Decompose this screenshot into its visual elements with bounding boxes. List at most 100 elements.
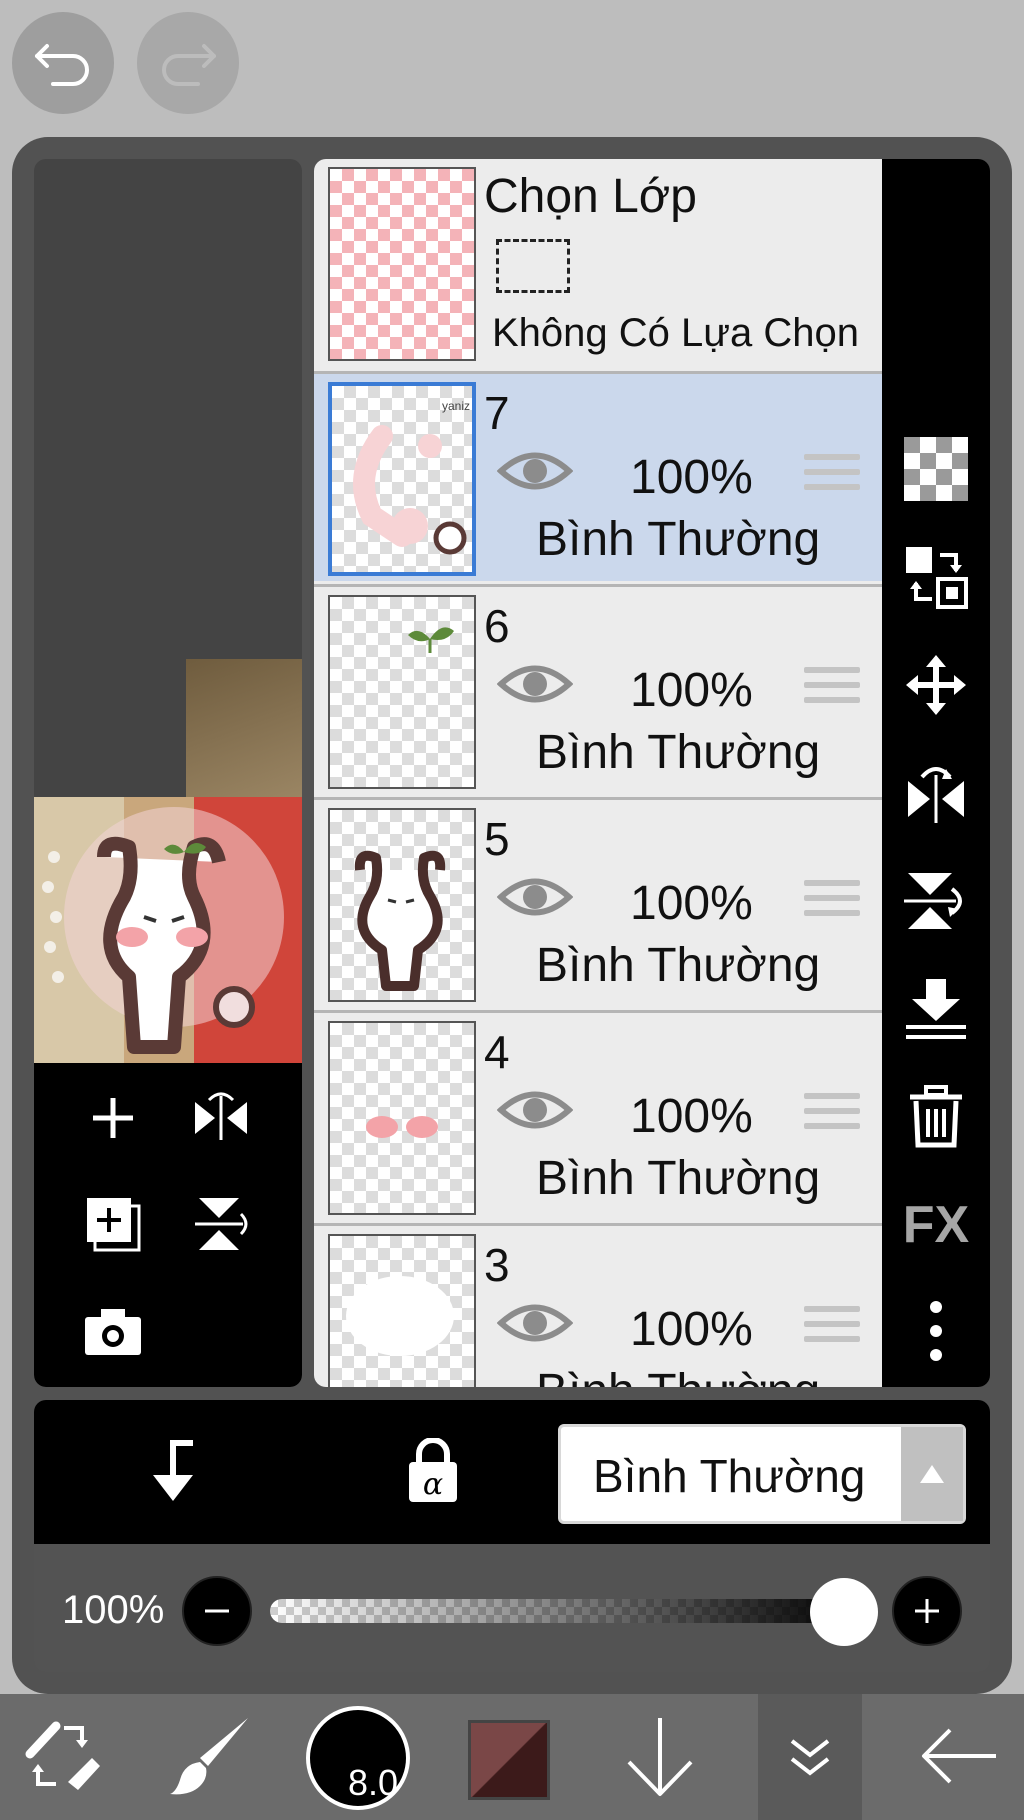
layer-thumbnail <box>328 808 476 1002</box>
layer-number: 6 <box>484 600 510 652</box>
swap-layer-button[interactable] <box>898 539 974 615</box>
tool-switch-button[interactable] <box>12 1706 112 1806</box>
checkerboard-icon <box>904 437 968 501</box>
drag-handle-icon[interactable] <box>804 1306 860 1351</box>
flip-horizontal-icon <box>908 767 964 823</box>
selection-thumbnail <box>328 167 476 361</box>
clipping-arrow-icon <box>153 1440 193 1501</box>
layer-blend-mode: Bình Thường <box>536 1364 820 1387</box>
opacity-control: 100% <box>34 1544 990 1672</box>
selection-status: Không Có Lựa Chọn <box>492 311 860 355</box>
blend-mode-bar: α Bình Thường <box>34 1400 990 1544</box>
redo-button[interactable] <box>137 12 239 114</box>
layer-opacity: 100% <box>630 877 753 930</box>
flip-vertical-layer-button[interactable] <box>898 863 974 939</box>
delete-layer-button[interactable] <box>898 1079 974 1155</box>
brush-size-value: 8.0 <box>348 1762 399 1803</box>
minus-icon <box>205 1609 229 1613</box>
opacity-slider-track[interactable] <box>270 1599 856 1623</box>
layer-number: 3 <box>484 1239 510 1291</box>
copy-layer-button[interactable] <box>78 1189 148 1259</box>
undo-icon <box>35 44 89 86</box>
flip-vertical-icon <box>195 1198 248 1250</box>
drag-handle-icon[interactable] <box>804 454 860 499</box>
eye-icon[interactable] <box>496 659 574 714</box>
arrow-down-icon <box>627 1718 693 1796</box>
layer-thumbnail <box>328 1021 476 1215</box>
layer-list: Chọn Lớp Không Có Lựa Chọn yaniz 7 100% … <box>314 159 882 1387</box>
plus-icon <box>93 1098 133 1138</box>
collapse-button[interactable] <box>758 1694 862 1820</box>
selection-layer-row[interactable]: Chọn Lớp Không Có Lựa Chọn <box>314 159 882 373</box>
layer-blend-mode: Bình Thường <box>536 1152 821 1205</box>
more-options-button[interactable] <box>898 1293 974 1369</box>
bottom-toolbar: 8.0 <box>0 1694 1024 1820</box>
preview-toolbar <box>34 1063 302 1387</box>
back-button[interactable] <box>910 1706 1010 1806</box>
fx-button[interactable]: FX <box>898 1187 974 1263</box>
more-vertical-icon <box>930 1301 942 1361</box>
layer-blend-mode: Bình Thường <box>536 513 821 566</box>
brush-button[interactable] <box>160 1706 260 1806</box>
drag-handle-icon[interactable] <box>804 880 860 925</box>
swap-icon <box>906 547 968 609</box>
opacity-increase-button[interactable] <box>892 1576 962 1646</box>
color-picker-button[interactable] <box>468 1720 550 1800</box>
flip-vertical-button[interactable] <box>186 1189 256 1259</box>
eye-icon[interactable] <box>496 446 574 501</box>
layer-row-5[interactable]: 5 100% Bình Thường <box>314 797 882 1007</box>
layer-blend-mode: Bình Thường <box>536 726 821 779</box>
trash-icon <box>910 1085 962 1148</box>
svg-text:α: α <box>423 1467 443 1502</box>
brush-size-button[interactable]: 8.0 <box>306 1706 410 1810</box>
flip-horizontal-icon <box>195 1092 247 1140</box>
opacity-value: 100% <box>62 1588 165 1632</box>
layer-tools-sidebar: FX <box>882 159 990 1387</box>
layer-blend-mode: Bình Thường <box>536 939 821 992</box>
layer-opacity: 100% <box>630 451 753 504</box>
chevron-double-down-icon <box>790 1739 830 1776</box>
flip-horizontal-button[interactable] <box>186 1083 256 1153</box>
add-layer-button[interactable] <box>78 1083 148 1153</box>
opacity-decrease-button[interactable] <box>182 1576 252 1646</box>
layer-number: 5 <box>484 813 510 865</box>
eye-icon[interactable] <box>496 1298 574 1353</box>
camera-button[interactable] <box>78 1297 148 1367</box>
blend-mode-value: Bình Thường <box>593 1450 866 1502</box>
layer-thumbnail <box>328 1234 476 1387</box>
layer-row-3[interactable]: 3 100% Bình Thường <box>314 1223 882 1387</box>
redo-icon <box>162 44 216 86</box>
move-down-button[interactable] <box>610 1706 710 1806</box>
alpha-lock-icon: α <box>409 1438 457 1502</box>
layer-row-6[interactable]: 6 100% Bình Thường <box>314 584 882 794</box>
layer-opacity: 100% <box>630 1303 753 1356</box>
blend-mode-select[interactable]: Bình Thường <box>558 1424 966 1524</box>
camera-icon <box>85 1309 141 1355</box>
canvas-preview[interactable] <box>34 159 302 1387</box>
brush-icon <box>170 1718 248 1795</box>
opacity-slider-knob[interactable] <box>810 1578 878 1646</box>
flip-horizontal-layer-button[interactable] <box>898 755 974 831</box>
alpha-lock-button[interactable]: α <box>398 1436 468 1506</box>
move-button[interactable] <box>898 647 974 723</box>
eye-icon[interactable] <box>496 1085 574 1140</box>
transparency-button[interactable] <box>898 431 974 507</box>
layer-row-7[interactable]: yaniz 7 100% Bình Thường <box>314 371 882 581</box>
plus-icon <box>915 1599 939 1623</box>
layer-number: 7 <box>484 387 510 439</box>
layer-thumbnail: yaniz <box>328 382 476 576</box>
layer-row-4[interactable]: 4 100% Bình Thường <box>314 1010 882 1220</box>
merge-down-button[interactable] <box>898 971 974 1047</box>
clipping-button[interactable] <box>138 1436 208 1506</box>
layer-thumbnail <box>328 595 476 789</box>
flip-vertical-icon <box>904 873 962 929</box>
drag-handle-icon[interactable] <box>804 667 860 712</box>
selection-title: Chọn Lớp <box>484 170 697 223</box>
undo-button[interactable] <box>12 12 114 114</box>
artwork-thumbnail <box>34 797 302 1063</box>
drag-handle-icon[interactable] <box>804 1093 860 1138</box>
eye-icon[interactable] <box>496 872 574 927</box>
move-icon <box>906 655 966 715</box>
brush-eraser-swap-icon <box>25 1721 100 1790</box>
layer-number: 4 <box>484 1026 510 1078</box>
